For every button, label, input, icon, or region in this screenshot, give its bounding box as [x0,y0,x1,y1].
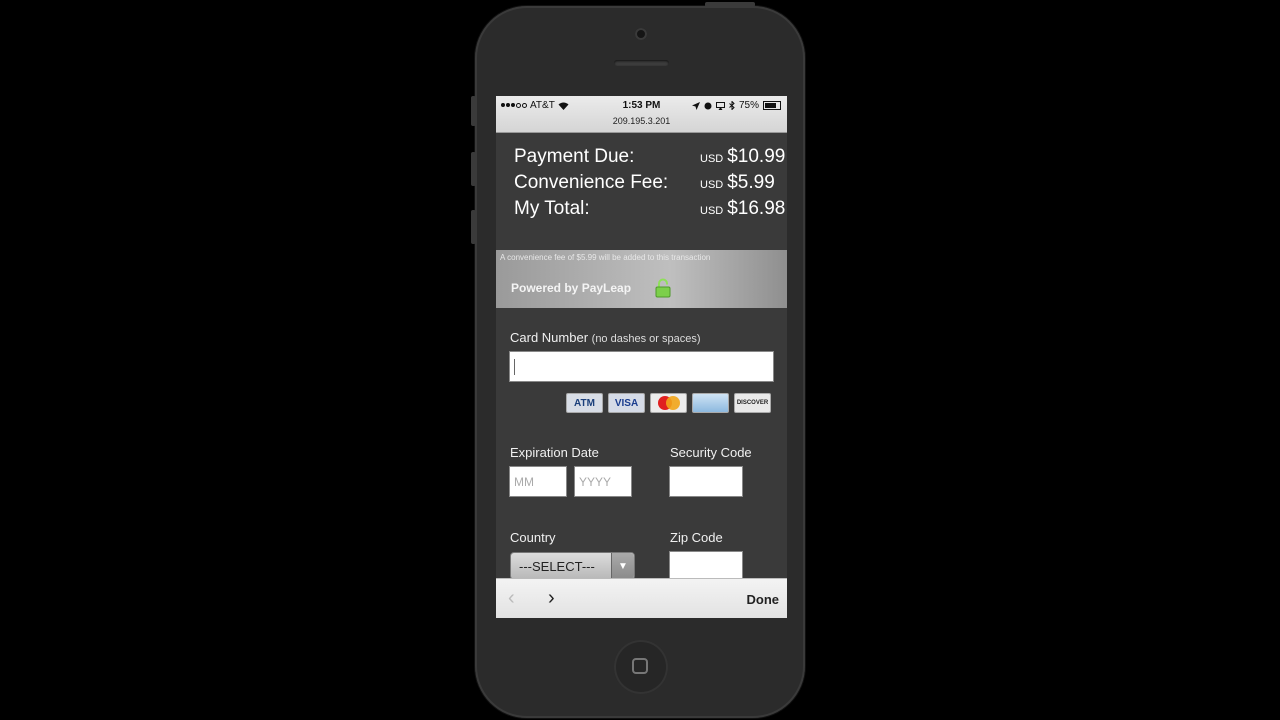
status-bar: AT&T 1:53 PM 75% 209.195.3.201 [496,96,787,133]
security-code-label: Security Code [670,445,752,460]
keyboard-accessory-bar: ‹ › Done [496,578,787,618]
convenience-fee-row: Convenience Fee: USD $5.99 [514,172,787,198]
total-row: My Total: USD $16.98 [514,198,787,224]
battery-icon [763,101,781,110]
security-code-input[interactable] [669,466,743,497]
convenience-fee-currency: USD [700,179,724,191]
total-currency: USD [700,205,724,217]
payment-due-row: Payment Due: USD $10.99 [514,146,787,172]
card-number-hint: (no dashes or spaces) [591,333,701,345]
power-button [705,2,755,7]
amex-card-icon [692,393,729,413]
zip-code-label: Zip Code [670,530,723,545]
earpiece-speaker [614,60,669,66]
text-cursor [514,358,515,375]
phone-screen: AT&T 1:53 PM 75% 209.195.3.201 Payment D… [496,96,787,618]
convenience-fee-value: $5.99 [727,172,775,193]
expiration-month-input[interactable]: MM [509,466,567,497]
payment-summary: Payment Due: USD $10.99 Convenience Fee: … [514,146,787,224]
month-placeholder: MM [514,474,534,489]
previous-field-button[interactable]: ‹ [508,587,515,610]
convenience-fee-amount: USD $5.99 [700,172,775,194]
location-icon [691,101,700,110]
card-number-label: Card Number (no dashes or spaces) [510,330,701,345]
discover-card-icon: DISCOVER [734,393,771,413]
country-select[interactable]: ---SELECT--- ▼ [510,552,635,580]
status-icons: 75% [691,100,781,111]
total-amount: USD $16.98 [700,198,785,220]
payment-due-value: $10.99 [727,146,786,167]
home-square-icon [632,658,648,674]
convenience-fee-label: Convenience Fee: [514,172,669,193]
volume-up-button [471,152,476,186]
alarm-icon [704,102,712,109]
lock-icon [655,278,671,298]
expiration-year-input[interactable]: YYYY [574,466,632,497]
country-selected-value: ---SELECT--- [519,559,595,574]
payment-due-amount: USD $10.99 [700,146,785,168]
page-url: 209.195.3.201 [612,116,671,126]
country-label: Country [510,530,556,545]
airplay-icon [715,101,725,110]
payment-due-label: Payment Due: [514,146,635,167]
front-camera [635,28,647,40]
payleap-banner: A convenience fee of $5.99 will be added… [496,250,787,308]
powered-by-label: Powered by PayLeap [511,281,632,295]
convenience-fee-note: A convenience fee of $5.99 will be added… [500,253,711,262]
total-label: My Total: [514,198,590,219]
atm-card-icon: ATM [566,393,603,413]
card-number-input[interactable] [509,351,774,382]
battery-percent: 75% [738,100,759,111]
card-number-label-text: Card Number [510,330,589,345]
year-placeholder: YYYY [579,474,612,489]
total-value: $16.98 [727,198,786,219]
bluetooth-icon [729,101,735,110]
visa-card-icon: VISA [608,393,645,413]
mastercard-icon [650,393,687,413]
done-button[interactable]: Done [747,592,780,607]
expiration-date-label: Expiration Date [510,445,599,460]
accepted-cards: ATM VISA DISCOVER [566,393,771,413]
mute-switch [471,96,476,126]
volume-down-button [471,210,476,244]
payment-due-currency: USD [700,153,724,165]
next-field-button[interactable]: › [548,587,555,610]
chevron-down-icon: ▼ [611,553,634,579]
